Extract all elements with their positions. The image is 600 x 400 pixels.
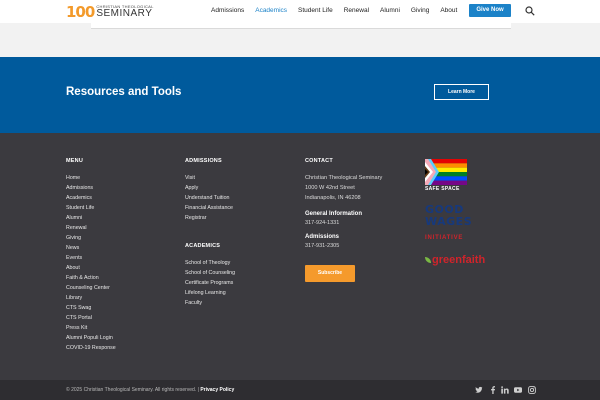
search-icon[interactable] [525, 6, 535, 16]
menu-link-press-kit[interactable]: Press Kit [66, 323, 116, 333]
contact-line-city: Indianapolis, IN 46208 [305, 195, 361, 201]
menu-link-news[interactable]: News [66, 243, 116, 253]
nav-about[interactable]: About [440, 4, 457, 18]
copyright-text: © 2025 Christian Theological Seminary. A… [66, 387, 234, 393]
logo-wordmark: CHRISTIAN THEOLOGICAL SEMINARY [96, 5, 153, 19]
site-logo[interactable]: 100 CHRISTIAN THEOLOGICAL SEMINARY [66, 3, 154, 21]
menu-link-student-life[interactable]: Student Life [66, 203, 116, 213]
greenfaith-text: greenfaith [432, 254, 486, 266]
menu-link-admissions[interactable]: Admissions [66, 183, 116, 193]
academics-link-lifelong[interactable]: Lifelong Learning [185, 288, 235, 298]
general-info-phone[interactable]: 317-924-1331 [305, 220, 382, 226]
menu-link-home[interactable]: Home [66, 173, 116, 183]
admissions-link-registrar[interactable]: Registrar [185, 213, 233, 223]
contact-line-name: Christian Theological Seminary [305, 175, 383, 181]
footer-academics-column: ACADEMICS School of Theology School of C… [185, 243, 235, 308]
menu-link-alumni[interactable]: Alumni [66, 213, 116, 223]
facebook-icon[interactable] [489, 386, 497, 394]
menu-list: Home Admissions Academics Student Life A… [66, 173, 116, 353]
admissions-link-tuition[interactable]: Understand Tuition [185, 193, 233, 203]
menu-link-cts-portal[interactable]: CTS Portal [66, 313, 116, 323]
admissions-heading: ADMISSIONS [185, 158, 222, 164]
nav-renewal[interactable]: Renewal [344, 4, 369, 18]
admissions-link-visit[interactable]: Visit [185, 173, 233, 183]
admissions-link-financial[interactable]: Financial Assistance [185, 203, 233, 213]
linkedin-icon[interactable] [501, 386, 509, 394]
greenfaith-logo[interactable]: greenfaith [425, 254, 485, 266]
copyright-notice: © 2025 Christian Theological Seminary. A… [66, 387, 199, 393]
good-wages-initiative: INITIATIVE [425, 235, 464, 241]
menu-link-counseling-center[interactable]: Counseling Center [66, 283, 116, 293]
menu-heading: MENU [66, 158, 83, 164]
logo-number: 100 [66, 3, 95, 21]
nav-alumni[interactable]: Alumni [380, 4, 400, 18]
academics-link-counseling[interactable]: School of Counseling [185, 268, 235, 278]
menu-link-cts-swag[interactable]: CTS Swag [66, 303, 116, 313]
subscribe-button[interactable]: Subscribe [305, 265, 355, 282]
menu-link-academics[interactable]: Academics [66, 193, 116, 203]
menu-link-alumni-populi[interactable]: Alumni Populi Login [66, 333, 116, 343]
academics-heading: ACADEMICS [185, 243, 221, 249]
menu-link-giving[interactable]: Giving [66, 233, 116, 243]
instagram-icon[interactable] [528, 386, 536, 394]
nav-academics[interactable]: Academics [255, 4, 287, 18]
admissions-link-apply[interactable]: Apply [185, 183, 233, 193]
leaf-icon [425, 257, 431, 263]
privacy-policy-link[interactable]: Privacy Policy [200, 387, 234, 393]
footer-admissions-column: ADMISSIONS Visit Apply Understand Tuitio… [185, 158, 233, 223]
menu-link-about[interactable]: About [66, 263, 116, 273]
academics-link-faculty[interactable]: Faculty [185, 298, 235, 308]
academics-list: School of Theology School of Counseling … [185, 258, 235, 308]
academics-link-certificate[interactable]: Certificate Programs [185, 278, 235, 288]
contact-line-street: 1000 W 42nd Street [305, 185, 355, 191]
safe-space-label: SAFE SPACE [425, 186, 460, 192]
resources-title: Resources and Tools [66, 86, 182, 98]
nav-student-life[interactable]: Student Life [298, 4, 333, 18]
menu-link-faith-action[interactable]: Faith & Action [66, 273, 116, 283]
academics-link-theology[interactable]: School of Theology [185, 258, 235, 268]
general-info-label: General Information [305, 211, 363, 217]
good-wages-logo-good[interactable]: GOOD [425, 204, 464, 215]
menu-link-renewal[interactable]: Renewal [66, 223, 116, 233]
safe-space-flag-icon[interactable] [425, 159, 467, 185]
admissions-list: Visit Apply Understand Tuition Financial… [185, 173, 233, 223]
footer-menu-column: MENU Home Admissions Academics Student L… [66, 158, 116, 353]
admissions-contact-phone[interactable]: 317-931-2305 [305, 243, 382, 249]
main-nav: Admissions Academics Student Life Renewa… [211, 4, 468, 18]
good-wages-logo-wages[interactable]: WAGES [425, 216, 472, 227]
menu-link-covid[interactable]: COVID-19 Response [66, 343, 116, 353]
give-now-button[interactable]: Give Now [469, 4, 511, 17]
learn-more-button[interactable]: Learn More [434, 84, 489, 100]
menu-link-events[interactable]: Events [66, 253, 116, 263]
nav-admissions[interactable]: Admissions [211, 4, 244, 18]
contact-address: Christian Theological Seminary 1000 W 42… [305, 173, 382, 203]
footer-contact-column: CONTACT Christian Theological Seminary 1… [305, 158, 382, 249]
contact-heading: CONTACT [305, 158, 333, 164]
admissions-contact-label: Admissions [305, 234, 340, 240]
site-header: 100 CHRISTIAN THEOLOGICAL SEMINARY Admis… [0, 0, 600, 23]
content-card [91, 23, 511, 29]
nav-giving[interactable]: Giving [411, 4, 429, 18]
menu-link-library[interactable]: Library [66, 293, 116, 303]
logo-big-text: SEMINARY [96, 8, 153, 19]
twitter-icon[interactable] [475, 386, 483, 394]
youtube-icon[interactable] [514, 386, 522, 394]
